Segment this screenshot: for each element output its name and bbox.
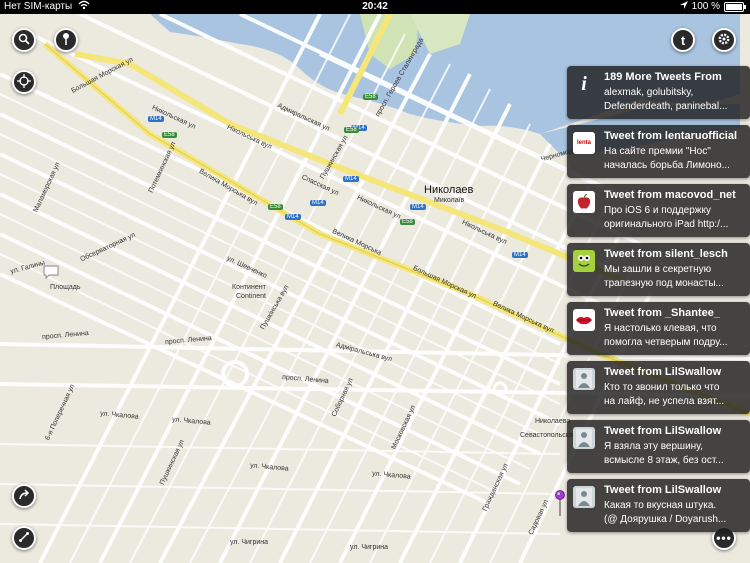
tweet-title: Tweet from _Shantee_ (604, 307, 720, 319)
tweet-text: Я настолько клевая, что (604, 323, 717, 334)
map-city-label: Николаев (424, 184, 474, 196)
search-icon (18, 33, 30, 48)
tweet-text: Мы зашли в секретную (604, 264, 712, 275)
tweet-text: трапезную под монасты... (604, 278, 724, 289)
highway-badge: E58 (344, 127, 359, 133)
map-poi-label: Континент (232, 284, 266, 291)
map-poi-label: Площадь (50, 284, 81, 291)
tweet-text: на лайф, не успела взят... (604, 396, 725, 407)
tweet-title: Tweet from LilSwallow (604, 366, 722, 378)
tweet-text: Кто то звонил только что (604, 382, 720, 393)
map-city-label-ua: Миколаїв (434, 197, 465, 204)
battery-icon (724, 2, 746, 12)
highway-badge: M14 (148, 116, 164, 122)
tweet-title: Tweet from macovod_net (604, 189, 736, 201)
tweet-text: Я взяла эту вершину, (604, 441, 703, 452)
share-arrow-icon (18, 488, 30, 504)
crosshair-icon (17, 73, 31, 91)
tweet-text: Defenderdeath, paninebal... (604, 101, 728, 112)
tweet-card[interactable]: Tweet from macovod_net Про iOS 6 и подде… (567, 184, 750, 237)
twitter-button[interactable]: t (671, 28, 695, 52)
tweet-text: alexmak, golubitsky, (604, 87, 694, 98)
route-button[interactable] (12, 526, 36, 550)
search-button[interactable] (12, 28, 36, 52)
tweet-text: Какая то вкусная штука. (604, 500, 717, 511)
tweet-title: Tweet from LilSwallow (604, 425, 722, 437)
tweet-title: Tweet from LilSwallow (604, 484, 722, 496)
map-pin-icon (60, 32, 72, 49)
highway-badge: M14 (512, 252, 528, 258)
photo-avatar (573, 427, 595, 449)
gear-icon (717, 32, 731, 49)
highway-badge: E58 (363, 94, 378, 100)
tweet-text: всмысле 8 этаж, без ост... (604, 455, 724, 466)
location-arrow-icon (679, 0, 688, 14)
lenta-avatar: lenta (573, 132, 595, 154)
highway-badge: E58 (162, 132, 177, 138)
tweet-card[interactable]: Tweet from LilSwallow Я взяла эту вершин… (567, 420, 750, 473)
highway-badge: M14 (343, 176, 359, 182)
lips-avatar (573, 309, 595, 331)
highway-badge: E58 (400, 219, 415, 225)
photo-avatar (573, 486, 595, 508)
location-pin-icon[interactable] (555, 490, 565, 521)
tweet-title: Tweet from lentaruofficial (604, 130, 738, 142)
tweet-text: началась борьба Лимоно... (604, 160, 730, 171)
tweet-text: На сайте премии "Нос" (604, 146, 711, 157)
tweet-card[interactable]: Tweet from silent_lesch Мы зашли в секре… (567, 243, 750, 296)
tweet-text: (@ Доярушка / Doyarush... (604, 514, 727, 525)
photo-avatar (573, 368, 595, 390)
settings-button[interactable] (712, 28, 736, 52)
map-poi-label: Continent (236, 293, 266, 300)
locate-me-button[interactable] (12, 70, 36, 94)
status-bar: Нет SIM-карты 20:42 100 % (0, 0, 750, 14)
tweet-text: помогла четверым подру... (604, 337, 728, 348)
battery-percent: 100 % (691, 1, 720, 12)
highway-badge: M14 (285, 214, 301, 220)
tweet-card[interactable]: Tweet from LilSwallow Кто то звонил толь… (567, 361, 750, 414)
route-icon (18, 531, 30, 546)
tweet-list: i 189 More Tweets From alexmak, golubits… (567, 66, 750, 538)
highway-badge: E58 (268, 204, 283, 210)
tweet-card[interactable]: Tweet from LilSwallow Какая то вкусная ш… (567, 479, 750, 532)
apple-avatar (573, 191, 595, 213)
clock: 20:42 (362, 1, 388, 12)
info-icon: i (581, 73, 587, 95)
map-street-label: ул. Чигрина (350, 544, 389, 551)
tweet-card[interactable]: Tweet from _Shantee_ Я настолько клевая,… (567, 302, 750, 355)
highway-badge: M14 (310, 200, 326, 206)
drop-pin-button[interactable] (54, 28, 78, 52)
frog-avatar (573, 250, 595, 272)
map-poi-label: Николаева (535, 418, 571, 425)
share-button[interactable] (12, 484, 36, 508)
tweet-title: Tweet from silent_lesch (604, 248, 728, 260)
tweet-card[interactable]: i 189 More Tweets From alexmak, golubits… (567, 66, 750, 119)
tweet-text: Про iOS 6 и поддержку (604, 205, 711, 216)
tweet-text: оригинального iPad http:/... (604, 219, 729, 230)
twitter-icon: t (680, 32, 686, 48)
tweet-title: 189 More Tweets From (604, 71, 722, 83)
map-street-label: ул. Чигрина (230, 539, 269, 546)
battery-fill (726, 4, 742, 10)
highway-badge: M14 (410, 204, 426, 210)
tweet-card[interactable]: lenta Tweet from lentaruofficial На сайт… (567, 125, 750, 178)
